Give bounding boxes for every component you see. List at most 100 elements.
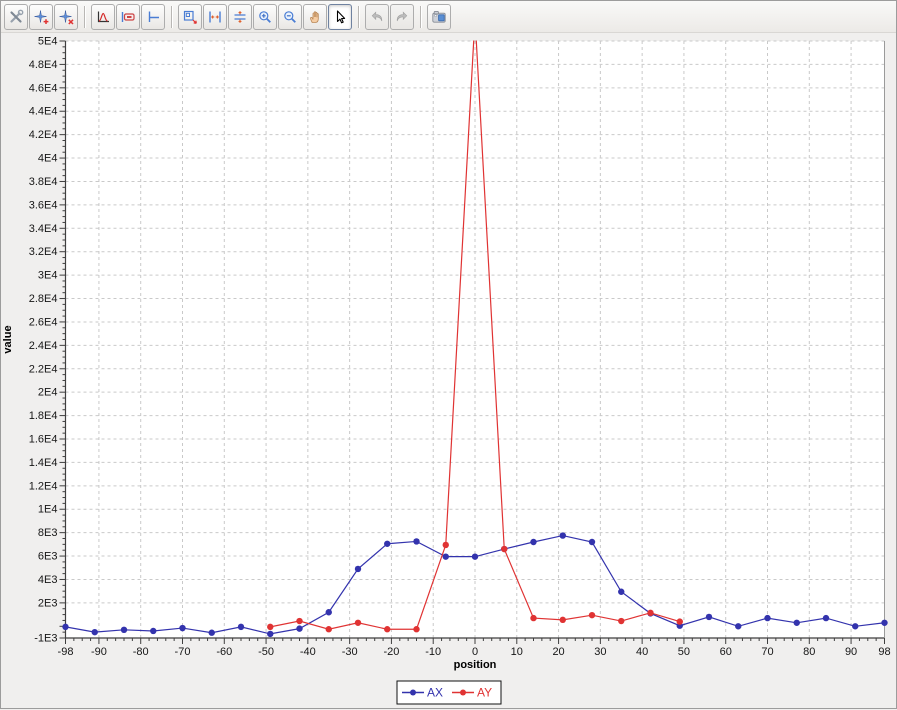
svg-text:2.8E4: 2.8E4 xyxy=(29,293,58,305)
svg-text:-80: -80 xyxy=(133,646,149,658)
svg-text:70: 70 xyxy=(761,646,773,658)
svg-text:4.6E4: 4.6E4 xyxy=(29,82,58,94)
svg-text:-10: -10 xyxy=(425,646,441,658)
svg-text:1.2E4: 1.2E4 xyxy=(29,480,58,492)
series-AX-point xyxy=(472,553,478,559)
series-AX-point xyxy=(209,630,215,636)
tools-icon xyxy=(8,9,24,25)
undo-icon xyxy=(369,9,385,25)
svg-text:4.8E4: 4.8E4 xyxy=(29,59,58,71)
x-tick-labels: -98-90-80-70-60-50-40-30-20-100102030405… xyxy=(58,646,891,658)
svg-text:-98: -98 xyxy=(58,646,74,658)
svg-text:60: 60 xyxy=(720,646,732,658)
zoom-out-button[interactable] xyxy=(278,4,302,30)
series-AX-point xyxy=(150,628,156,634)
undo-button[interactable] xyxy=(365,4,389,30)
series-AX-point xyxy=(823,615,829,621)
series-AX-point xyxy=(881,620,887,626)
svg-text:3.6E4: 3.6E4 xyxy=(29,199,58,211)
baseline-icon xyxy=(145,9,161,25)
svg-text:3.4E4: 3.4E4 xyxy=(29,223,58,235)
toolbar-separator xyxy=(420,6,422,28)
series-AY-point xyxy=(677,618,683,624)
svg-text:98: 98 xyxy=(878,646,890,658)
series-AX-point xyxy=(764,615,770,621)
plot-function-button[interactable] xyxy=(91,4,115,30)
function-plot-icon xyxy=(95,9,111,25)
series-AX-point xyxy=(296,625,302,631)
svg-text:-20: -20 xyxy=(383,646,399,658)
pan-button[interactable] xyxy=(303,4,327,30)
series-AX-point xyxy=(706,614,712,620)
series-AY-point xyxy=(443,542,449,548)
toolbar-separator xyxy=(84,6,86,28)
select-button[interactable] xyxy=(328,4,352,30)
fit-vertical-button[interactable] xyxy=(228,4,252,30)
series-AY-point xyxy=(647,610,653,616)
series-AX-point xyxy=(384,541,390,547)
delete-point-icon xyxy=(58,9,74,25)
svg-text:-70: -70 xyxy=(175,646,191,658)
pointer-icon xyxy=(332,9,348,25)
svg-text:4E4: 4E4 xyxy=(38,153,58,165)
svg-text:1.4E4: 1.4E4 xyxy=(29,457,58,469)
svg-text:3.8E4: 3.8E4 xyxy=(29,176,58,188)
svg-text:1.6E4: 1.6E4 xyxy=(29,434,58,446)
series-AX-point xyxy=(589,539,595,545)
toolbar-separator xyxy=(358,6,360,28)
svg-text:-50: -50 xyxy=(258,646,274,658)
svg-text:-60: -60 xyxy=(216,646,232,658)
series-AY-point xyxy=(326,626,332,632)
series-AY-point xyxy=(355,620,361,626)
redo-icon xyxy=(394,9,410,25)
legend-label: AY xyxy=(477,686,492,700)
series-AY-point xyxy=(501,546,507,552)
legend-label: AX xyxy=(427,686,443,700)
svg-text:40: 40 xyxy=(636,646,648,658)
svg-text:3.2E4: 3.2E4 xyxy=(29,246,58,258)
svg-text:5E4: 5E4 xyxy=(38,36,58,48)
fit-horizontal-button[interactable] xyxy=(203,4,227,30)
redo-button[interactable] xyxy=(390,4,414,30)
svg-text:2E3: 2E3 xyxy=(38,597,58,609)
legend-point-sample xyxy=(460,690,466,696)
series-AX-point xyxy=(62,624,68,630)
svg-text:20: 20 xyxy=(552,646,564,658)
tools-button[interactable] xyxy=(4,4,28,30)
plot-area[interactable] xyxy=(66,41,885,638)
baseline-button[interactable] xyxy=(141,4,165,30)
svg-text:1.8E4: 1.8E4 xyxy=(29,410,58,422)
zoom-selection-icon xyxy=(182,9,198,25)
chart-canvas[interactable]: -98-90-80-70-60-50-40-30-20-100102030405… xyxy=(1,33,897,710)
svg-text:-30: -30 xyxy=(342,646,358,658)
data-range-icon xyxy=(120,9,136,25)
svg-text:-1E3: -1E3 xyxy=(34,633,57,645)
svg-text:4.4E4: 4.4E4 xyxy=(29,106,58,118)
series-AX-point xyxy=(92,629,98,635)
zoom-selection-button[interactable] xyxy=(178,4,202,30)
series-AX-point xyxy=(267,631,273,637)
svg-text:1E4: 1E4 xyxy=(38,504,58,516)
svg-text:2.2E4: 2.2E4 xyxy=(29,363,58,375)
zoom-in-button[interactable] xyxy=(253,4,277,30)
x-axis-title: position xyxy=(454,659,497,671)
series-AX-point xyxy=(355,566,361,572)
series-AX-point xyxy=(238,624,244,630)
svg-text:30: 30 xyxy=(594,646,606,658)
legend[interactable]: AX AY xyxy=(397,681,501,704)
series-AX-point xyxy=(560,532,566,538)
add-point-button[interactable] xyxy=(29,4,53,30)
svg-text:6E3: 6E3 xyxy=(38,551,58,563)
series-AX-point xyxy=(618,589,624,595)
series-AX-point xyxy=(413,538,419,544)
series-AY-point xyxy=(560,617,566,623)
delete-point-button[interactable] xyxy=(54,4,78,30)
svg-text:3E4: 3E4 xyxy=(38,270,58,282)
y-tick-labels: -1E32E34E36E38E31E41.2E41.4E41.6E41.8E42… xyxy=(29,36,58,645)
series-AX-point xyxy=(794,620,800,626)
svg-text:2E4: 2E4 xyxy=(38,387,58,399)
snapshot-button[interactable] xyxy=(427,4,451,30)
svg-text:-90: -90 xyxy=(91,646,107,658)
series-AY-point xyxy=(413,626,419,632)
data-range-button[interactable] xyxy=(116,4,140,30)
